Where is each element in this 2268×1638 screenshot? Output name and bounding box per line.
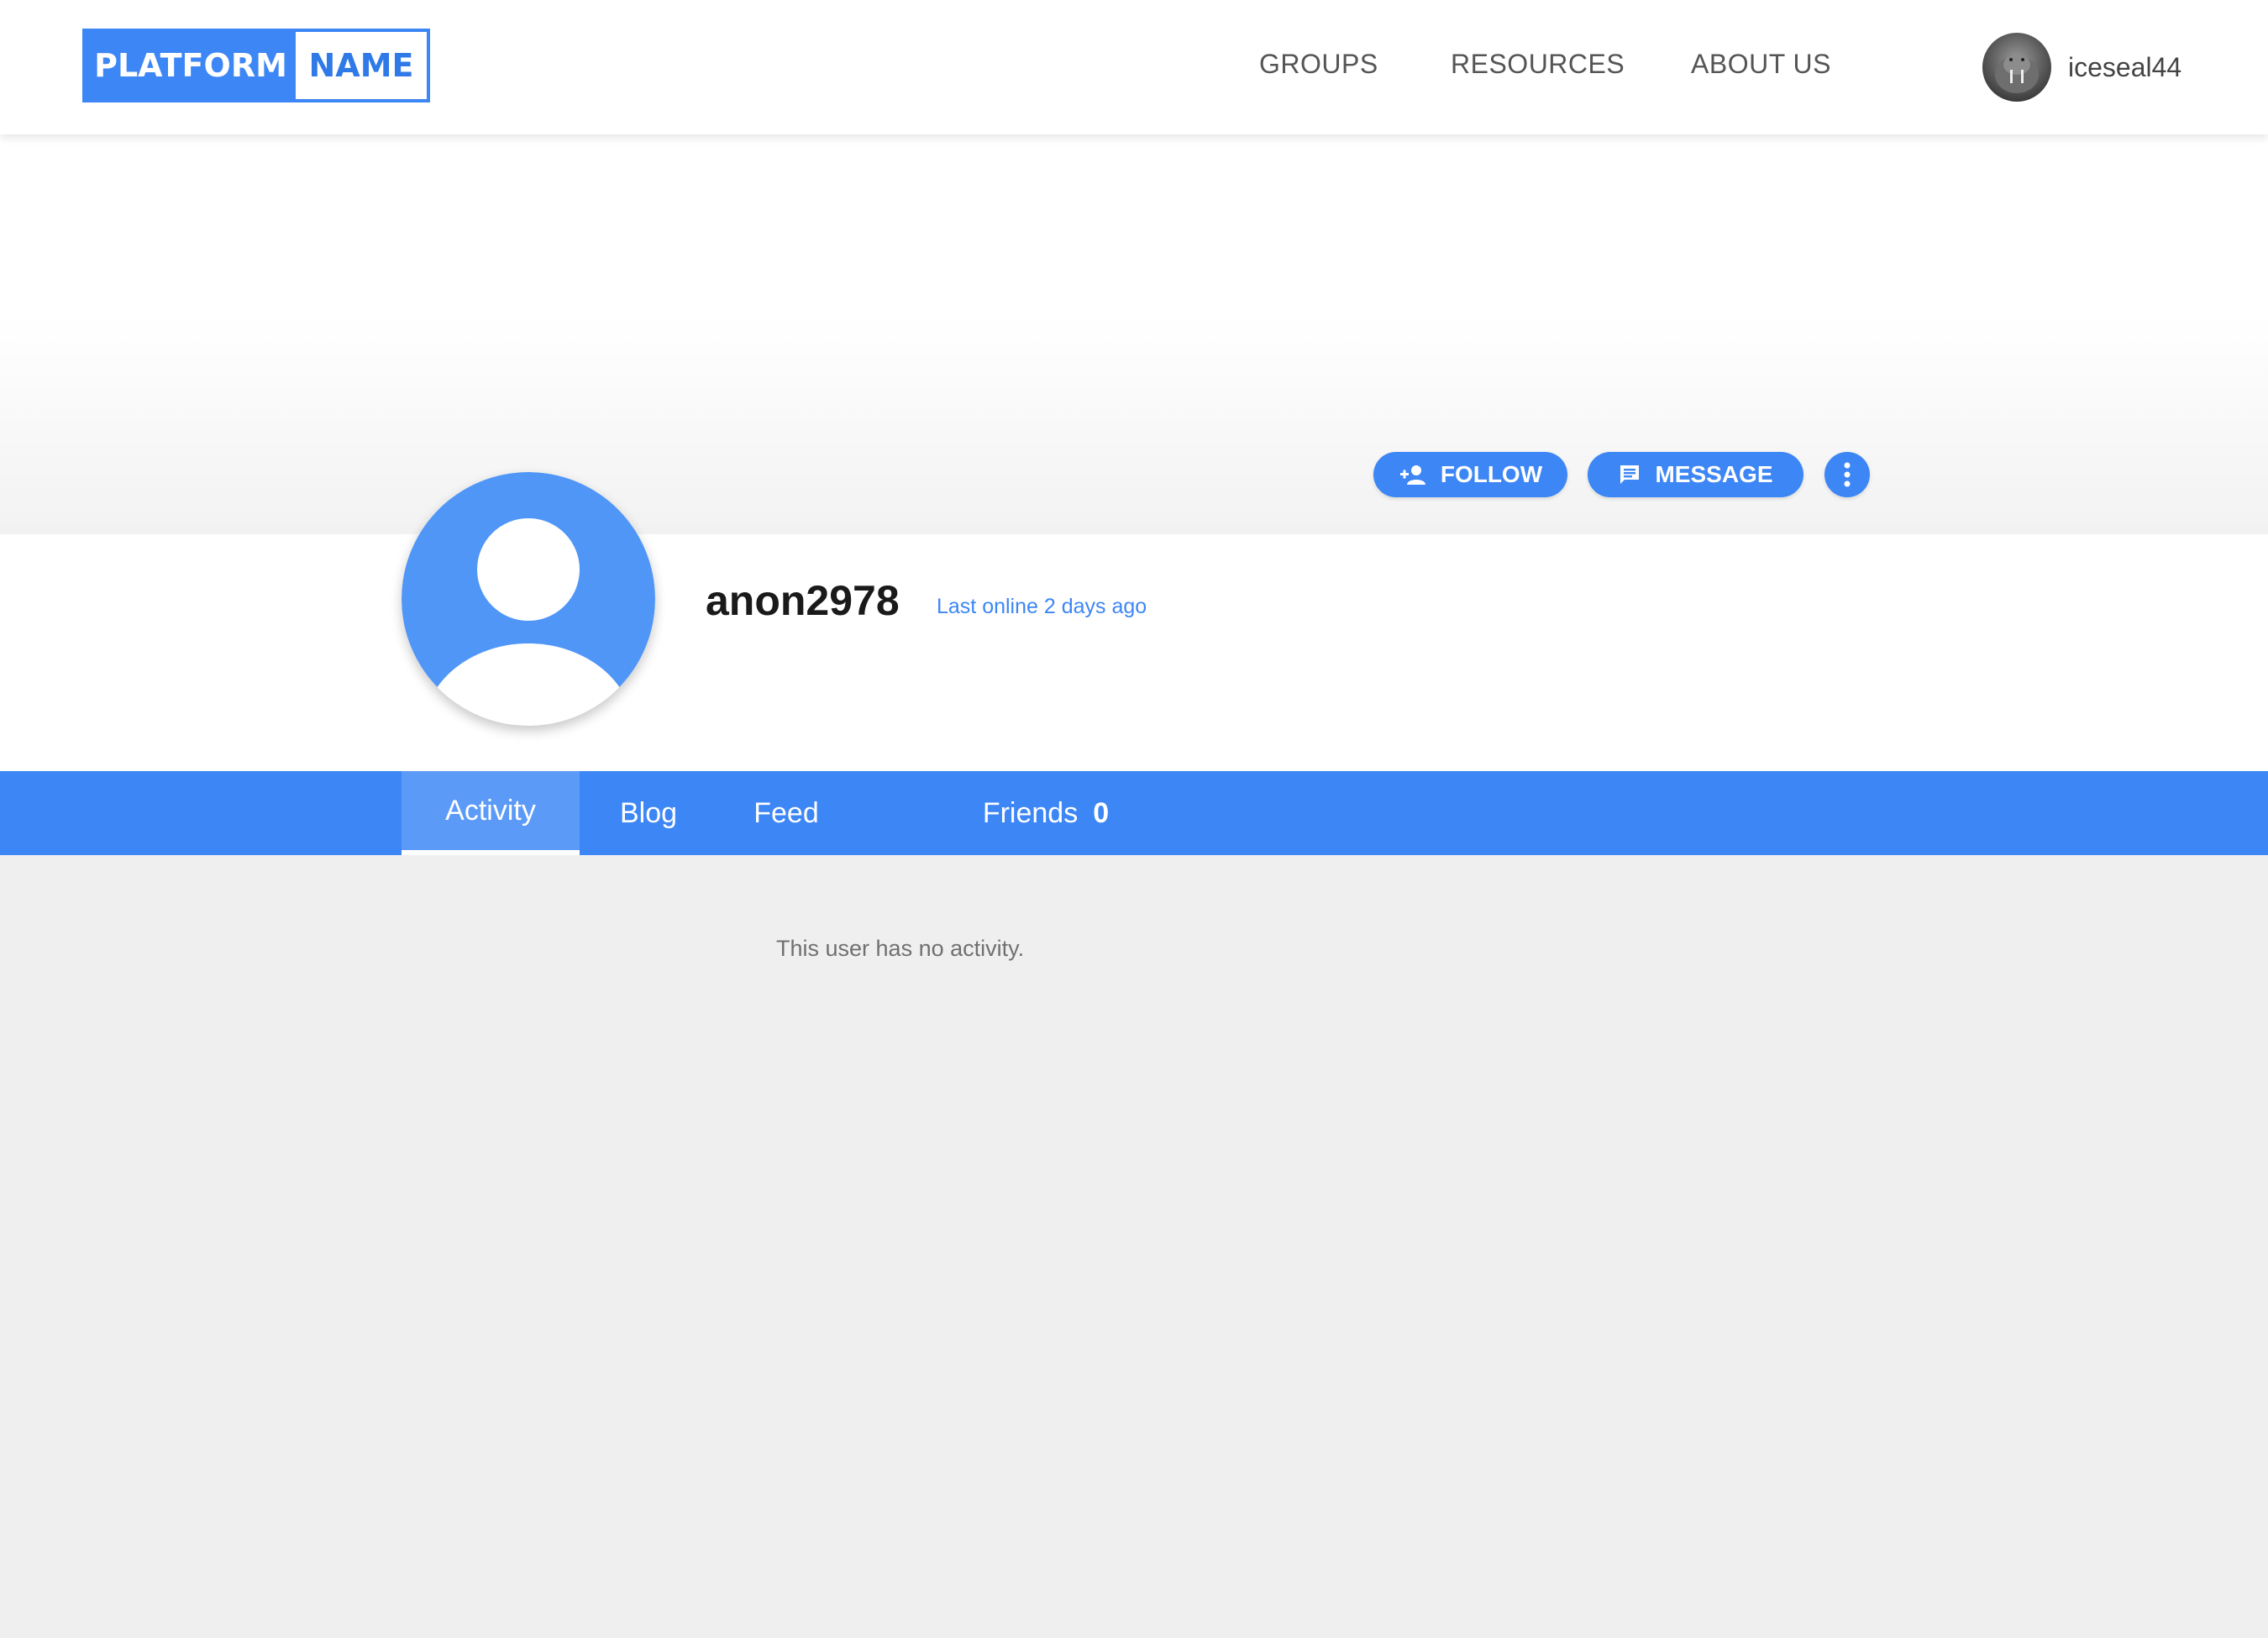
- tab-activity-label: Activity: [445, 794, 536, 827]
- user-avatar[interactable]: [1982, 33, 2051, 102]
- nav-resources[interactable]: RESOURCES: [1451, 49, 1625, 80]
- logo-text-right: NAME: [296, 32, 427, 99]
- user-name[interactable]: iceseal44: [2068, 52, 2181, 83]
- more-vertical-icon: [1844, 462, 1851, 487]
- platform-logo[interactable]: PLATFORM NAME: [82, 29, 430, 102]
- message-label: MESSAGE: [1655, 461, 1773, 487]
- top-header: PLATFORM NAME GROUPS RESOURCES ABOUT US: [0, 0, 2268, 134]
- tab-feed-label: Feed: [753, 796, 819, 829]
- last-online-status: Last online 2 days ago: [937, 595, 1147, 618]
- profile-username: anon2978: [706, 577, 900, 624]
- tab-blog[interactable]: Blog: [602, 771, 695, 855]
- profile-info: [0, 534, 2268, 771]
- tab-blog-label: Blog: [619, 796, 678, 829]
- logo-text-left: PLATFORM: [94, 47, 287, 84]
- tab-feed[interactable]: Feed: [739, 771, 833, 855]
- walrus-avatar-icon: [1982, 33, 2051, 102]
- nav-groups[interactable]: GROUPS: [1259, 49, 1378, 80]
- profile-tabs: Activity Blog Feed Friends 0: [0, 771, 2268, 855]
- follow-button[interactable]: FOLLOW: [1373, 452, 1567, 497]
- user-menu[interactable]: iceseal44: [1982, 32, 2181, 102]
- tab-friends[interactable]: Friends 0: [966, 771, 1126, 855]
- tab-friends-label: Friends: [982, 796, 1079, 829]
- message-button[interactable]: MESSAGE: [1588, 452, 1803, 497]
- empty-activity-message: This user has no activity.: [776, 936, 1025, 961]
- profile-cover: [0, 134, 2268, 534]
- message-icon: [1620, 465, 1640, 484]
- profile-avatar: [402, 472, 655, 726]
- more-options-button[interactable]: [1824, 452, 1870, 497]
- tab-activity[interactable]: Activity: [402, 771, 580, 855]
- default-user-icon: [402, 472, 655, 726]
- follow-label: FOLLOW: [1440, 461, 1543, 487]
- nav-about-us[interactable]: ABOUT US: [1691, 49, 1831, 80]
- add-person-icon: [1399, 465, 1425, 485]
- friends-count: 0: [1093, 796, 1110, 829]
